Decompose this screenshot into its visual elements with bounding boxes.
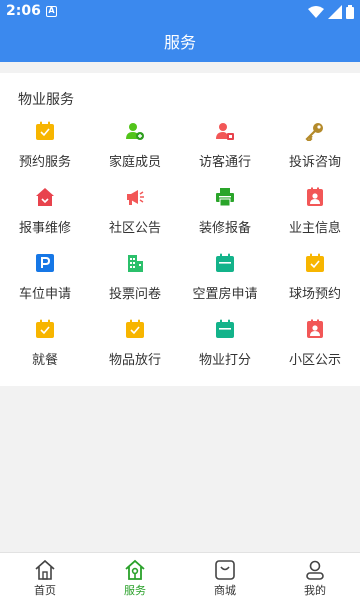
status-bar: 2:06 A [0, 0, 360, 24]
service-item[interactable]: 投诉咨询 [270, 115, 360, 181]
tab-label: 服务 [124, 584, 146, 597]
service-item[interactable]: 投票问卷 [90, 247, 180, 313]
service-item[interactable]: 车位申请 [0, 247, 90, 313]
calendar-check-icon [305, 253, 325, 273]
parking-icon [35, 253, 55, 273]
printer-icon [215, 187, 235, 207]
service-item[interactable]: 访客通行 [180, 115, 270, 181]
service-item[interactable]: 社区公告 [90, 181, 180, 247]
signal-icon [328, 5, 342, 19]
tab-label: 商城 [214, 584, 236, 597]
megaphone-icon [125, 187, 145, 207]
service-item-label: 球场预约 [288, 287, 341, 302]
service-item[interactable]: 空置房申请 [180, 247, 270, 313]
tab-label: 我的 [304, 584, 326, 597]
shop-icon [214, 559, 236, 581]
service-item-label: 小区公示 [288, 353, 341, 368]
app-bar: 服务 [0, 24, 360, 62]
calendar-check-icon [35, 121, 55, 141]
tab-home[interactable]: 首页 [0, 553, 90, 600]
calendar-check-icon [125, 319, 145, 339]
service-item-label: 社区公告 [108, 221, 161, 236]
home-icon [34, 559, 56, 581]
service-item-label: 投票问卷 [108, 287, 161, 302]
calendar-icon [215, 319, 235, 339]
service-item-label: 投诉咨询 [288, 155, 341, 170]
calendar-icon [215, 253, 235, 273]
tab-profile[interactable]: 我的 [270, 553, 360, 600]
tab-services[interactable]: 服务 [90, 553, 180, 600]
service-item[interactable]: 预约服务 [0, 115, 90, 181]
service-item-label: 空置房申请 [192, 287, 258, 302]
visitor-pass-icon [215, 121, 235, 141]
service-item-label: 物业打分 [198, 353, 251, 368]
building-icon [125, 253, 145, 273]
wifi-icon [308, 6, 324, 18]
family-members-icon [125, 121, 145, 141]
service-item-label: 就餐 [31, 353, 58, 368]
service-home-icon [124, 559, 146, 581]
calendar-check-icon [35, 319, 55, 339]
owner-card-icon [305, 187, 325, 207]
tab-label: 首页 [34, 584, 56, 597]
service-item-label: 报事维修 [18, 221, 71, 236]
service-item[interactable]: 球场预约 [270, 247, 360, 313]
tab-shop[interactable]: 商城 [180, 553, 270, 600]
service-item[interactable]: 就餐 [0, 313, 90, 379]
key-icon [305, 121, 325, 143]
service-item[interactable]: 装修报备 [180, 181, 270, 247]
service-item-label: 业主信息 [288, 221, 341, 236]
status-time: 2:06 [6, 3, 41, 19]
service-item-label: 访客通行 [198, 155, 251, 170]
service-item-label: 装修报备 [198, 221, 251, 236]
repair-home-icon [35, 187, 55, 207]
notification-icon: A [46, 6, 57, 17]
owner-card-icon [305, 319, 325, 339]
profile-icon [304, 559, 326, 581]
property-services-panel: 物业服务 预约服务 家庭成员 访客通行 投诉咨询报事维修 社区公告 装修报备 业主信息车位申… [0, 73, 360, 386]
bottom-tab-bar: 首页 服务 商城 我的 [0, 552, 360, 600]
system-icons [308, 4, 354, 20]
page-title: 服务 [163, 33, 196, 52]
service-item-label: 物品放行 [108, 353, 161, 368]
service-item[interactable]: 物业打分 [180, 313, 270, 379]
service-item-label: 车位申请 [18, 287, 71, 302]
service-item[interactable]: 小区公示 [270, 313, 360, 379]
section-title: 物业服务 [18, 92, 74, 108]
battery-icon [346, 5, 354, 19]
service-item[interactable]: 物品放行 [90, 313, 180, 379]
service-item[interactable]: 报事维修 [0, 181, 90, 247]
service-item-label: 家庭成员 [108, 155, 161, 170]
service-item[interactable]: 家庭成员 [90, 115, 180, 181]
service-item-label: 预约服务 [18, 155, 71, 170]
service-item[interactable]: 业主信息 [270, 181, 360, 247]
